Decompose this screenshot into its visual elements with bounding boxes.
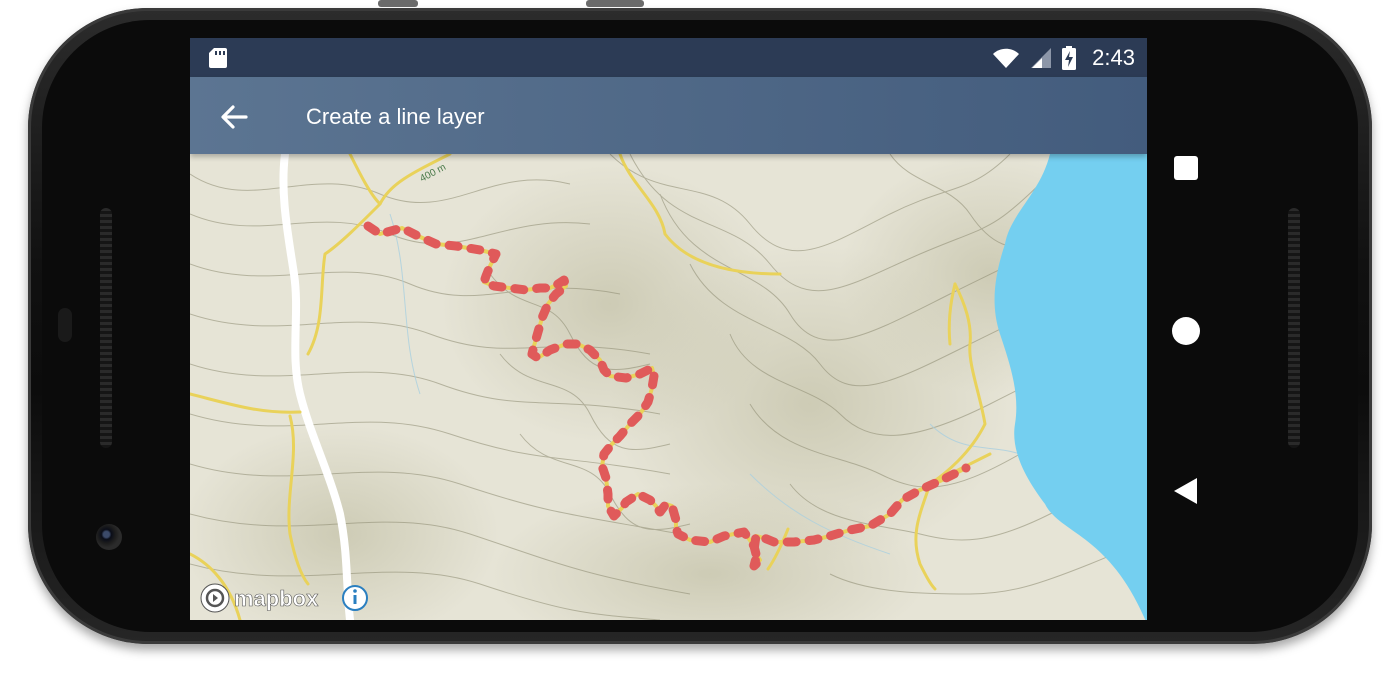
overview-square-icon[interactable] — [1174, 156, 1198, 180]
back-triangle-icon[interactable] — [1174, 478, 1197, 504]
info-icon[interactable] — [342, 585, 368, 611]
map-view[interactable]: 400 m mapbox — [190, 154, 1147, 620]
home-circle-icon[interactable] — [1172, 317, 1200, 345]
phone-side-button — [378, 0, 418, 7]
mapbox-attribution[interactable]: mapbox — [234, 586, 320, 612]
phone-speaker-right — [1288, 208, 1300, 448]
phone-sensor — [58, 308, 72, 342]
sd-card-icon — [209, 48, 227, 68]
screen: 2:43 Create a line layer 400 m mapbox — [190, 38, 1147, 620]
status-clock: 2:43 — [1092, 44, 1135, 70]
app-bar: Create a line layer — [190, 77, 1147, 154]
mapbox-logo — [200, 583, 230, 613]
phone-side-button — [586, 0, 644, 7]
page-title: Create a line layer — [306, 104, 485, 129]
cell-signal-icon — [1031, 47, 1052, 68]
status-icons: 2:43 — [992, 38, 1135, 77]
battery-charging-icon — [1062, 45, 1077, 70]
front-camera — [96, 524, 122, 550]
wifi-icon — [993, 48, 1020, 68]
status-bar: 2:43 — [190, 38, 1147, 77]
phone-speaker-left — [100, 208, 112, 448]
arrow-back-icon[interactable] — [216, 99, 252, 135]
